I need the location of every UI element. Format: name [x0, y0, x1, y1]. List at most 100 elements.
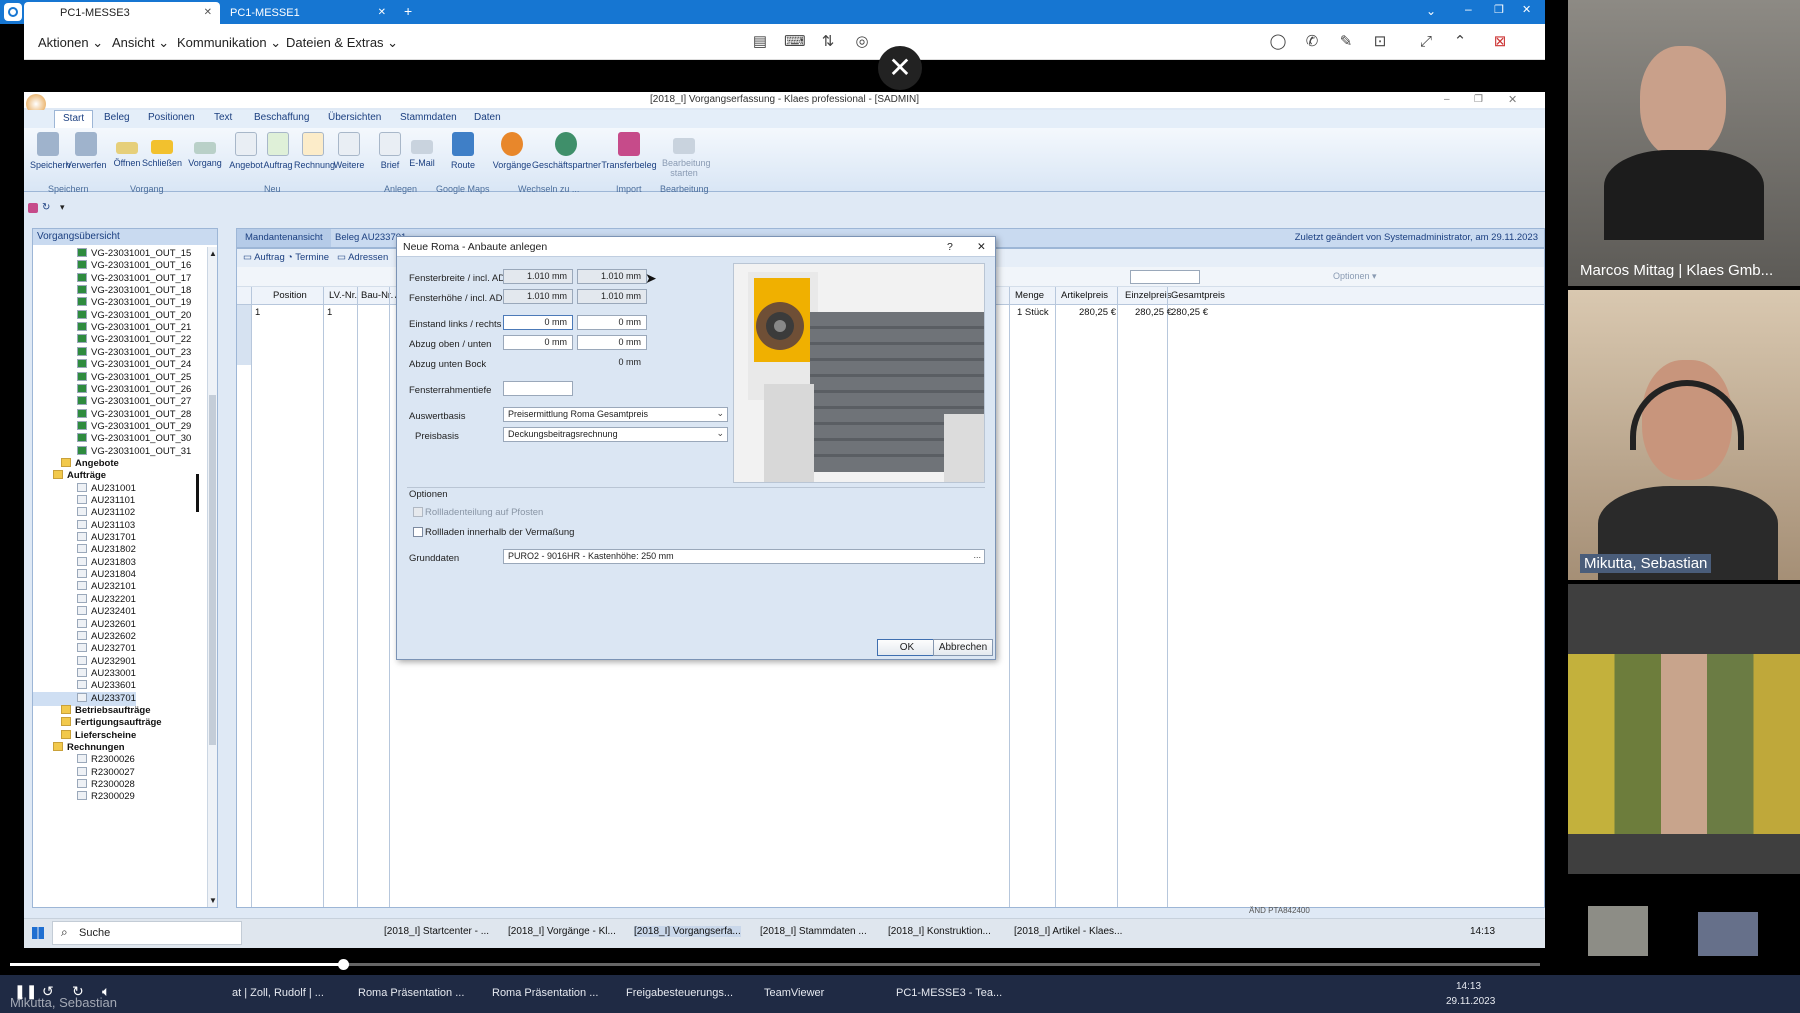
email-button[interactable]: E-Mail — [404, 132, 440, 168]
taskbar-item-konstruktion[interactable]: [2018_I] Konstruktion... — [888, 926, 991, 937]
abzug-bock-field[interactable]: 0 mm — [577, 355, 647, 370]
start-icon[interactable] — [32, 927, 44, 939]
route-button[interactable]: Route — [448, 132, 478, 170]
minimize-icon[interactable]: – — [1465, 2, 1472, 16]
fensterhoehe-ad-field[interactable]: 1.010 mm — [577, 289, 647, 304]
preisbasis-select[interactable]: Deckungsbeitragsrechnung ⌄ — [503, 427, 728, 442]
video-tile-participant2[interactable]: Mikutta, Sebastian — [1568, 290, 1800, 580]
brief-button[interactable]: Brief — [376, 132, 404, 170]
rechnung-button[interactable]: Rechnung — [294, 132, 335, 170]
tab-uebersichten[interactable]: Übersichten — [328, 112, 381, 123]
tab-pc1-messe1[interactable]: PC1-MESSE1 ✕ — [222, 2, 394, 24]
qat-refresh-icon[interactable]: ↻ — [42, 202, 50, 213]
einstand-links-field[interactable]: 0 mm — [503, 315, 573, 330]
discard-button[interactable]: Verwerfen — [66, 132, 107, 170]
close-icon[interactable]: ✕ — [204, 2, 212, 24]
record-icon[interactable]: ◎ — [852, 32, 872, 52]
tree-item[interactable]: R2300029 — [33, 790, 135, 804]
video-tile-participant1[interactable]: Marcos Mittag | Klaes Gmb... — [1568, 0, 1800, 286]
vorgang-button[interactable]: Vorgang — [188, 132, 222, 168]
abzug-unten-field[interactable]: 0 mm — [577, 335, 647, 350]
video-tile-participant3[interactable] — [1568, 584, 1800, 874]
grunddaten-field[interactable]: PURO2 - 9016HR - Kastenhöhe: 250 mm... — [503, 549, 985, 564]
taskbar-item-vorgangserfassung[interactable]: [2018_I] Vorgangserfa... — [634, 926, 741, 937]
help-icon[interactable]: ? — [947, 241, 953, 253]
tab-start[interactable]: Start — [54, 110, 94, 128]
tab-stammdaten[interactable]: Stammdaten — [400, 112, 457, 123]
fullscreen-icon[interactable]: ⤢ — [1416, 32, 1436, 52]
keyboard-icon[interactable]: ⌨ — [784, 32, 806, 52]
col-position[interactable]: Position — [273, 290, 307, 301]
app-restore-icon[interactable]: ❐ — [1474, 94, 1483, 105]
einstand-rechts-field[interactable]: 0 mm — [577, 315, 647, 330]
splitter[interactable] — [196, 474, 199, 512]
menu-dateien-extras[interactable]: Dateien & Extras ⌄ — [286, 35, 398, 51]
col-artikelpreis[interactable]: Artikelpreis — [1061, 290, 1108, 301]
browse-button[interactable]: ... — [973, 550, 981, 560]
file-transfer-icon[interactable]: ⇅ — [818, 32, 838, 52]
qat-dropdown-icon[interactable]: ▾ — [60, 202, 65, 213]
collapse-icon[interactable]: ⌃ — [1450, 32, 1470, 52]
ok-button[interactable]: OK — [877, 639, 937, 656]
auswertbasis-select[interactable]: Preisermittlung Roma Gesamtpreis ⌄ — [503, 407, 728, 422]
taskbar-item-roma-2[interactable]: Roma Präsentation ... — [492, 987, 598, 999]
app-minimize-icon[interactable]: – — [1444, 94, 1450, 105]
geschaeftspartner-button[interactable]: Geschäftspartner — [532, 132, 601, 170]
tab-pc1-messe3[interactable]: PC1-MESSE3 ✕ — [24, 2, 220, 24]
auftrag-button[interactable]: Auftrag — [262, 132, 294, 170]
chat-icon[interactable]: ◯ — [1268, 32, 1288, 52]
cancel-button[interactable]: Abbrechen — [933, 639, 993, 656]
fensterhoehe-field[interactable]: 1.010 mm — [503, 289, 573, 304]
taskbar-item-roma-1[interactable]: Roma Präsentation ... — [358, 987, 464, 999]
col-menge[interactable]: Menge — [1015, 290, 1044, 301]
rollladenteilung-checkbox[interactable] — [413, 507, 423, 517]
rahmentiefe-field[interactable] — [503, 381, 573, 396]
options-button[interactable]: Optionen ▾ — [1333, 271, 1377, 282]
taskbar-item-artikel[interactable]: [2018_I] Artikel - Klaes... — [1014, 926, 1122, 937]
close-icon[interactable]: ✕ — [378, 2, 386, 24]
tab-beschaffung[interactable]: Beschaffung — [254, 112, 309, 123]
chevron-down-icon[interactable]: ⌄ — [1426, 4, 1436, 18]
taskbar-item-stammdaten[interactable]: [2018_I] Stammdaten ... — [760, 926, 867, 937]
end-session-icon[interactable]: ⊠ — [1490, 32, 1510, 52]
subtab-adressen[interactable]: ▭ Adressen — [337, 252, 388, 263]
app-close-icon[interactable]: ✕ — [1508, 93, 1517, 106]
menu-ansicht[interactable]: Ansicht ⌄ — [112, 35, 169, 51]
col-gesamtpreis[interactable]: Gesamtpreis — [1171, 290, 1225, 301]
dashboard-icon[interactable]: ▤ — [750, 32, 770, 52]
screenshot-icon[interactable]: ⊡ — [1370, 32, 1390, 52]
taskbar-item-pc1-messe3[interactable]: PC1-MESSE3 - Tea... — [896, 987, 1002, 999]
abzug-oben-field[interactable]: 0 mm — [503, 335, 573, 350]
rollladen-innerhalb-checkbox[interactable] — [413, 527, 423, 537]
tab-beleg[interactable]: Beleg — [104, 112, 130, 123]
whiteboard-icon[interactable]: ✎ — [1336, 32, 1356, 52]
row-selector[interactable] — [237, 305, 251, 365]
save-button[interactable]: Speichern — [30, 132, 71, 170]
open-button[interactable]: Öffnen — [112, 132, 142, 168]
grid-search-input[interactable] — [1130, 270, 1200, 284]
call-icon[interactable]: ✆ — [1302, 32, 1322, 52]
angebot-button[interactable]: Angebot — [228, 132, 264, 170]
bearbeitung-starten-button[interactable]: Bearbeitung starten — [662, 132, 711, 178]
col-einzelpreis[interactable]: Einzelpreis — [1125, 290, 1171, 301]
qat-icon[interactable] — [28, 203, 38, 213]
video-tile-participant4[interactable] — [1568, 876, 1800, 975]
dialog-close-icon[interactable]: ✕ — [977, 241, 986, 253]
tab-daten[interactable]: Daten — [474, 112, 501, 123]
taskbar-item-teamviewer[interactable]: TeamViewer — [764, 987, 824, 999]
tab-positionen[interactable]: Positionen — [148, 112, 195, 123]
close-toolbar-button[interactable]: ✕ — [878, 46, 922, 90]
taskbar-item-freigabe[interactable]: Freigabesteuerungs... — [626, 987, 733, 999]
tab-text[interactable]: Text — [214, 112, 232, 123]
menu-aktionen[interactable]: Aktionen ⌄ — [38, 35, 103, 51]
tree-scrollbar[interactable]: ▲ ▼ — [207, 247, 217, 907]
new-tab-button[interactable]: + — [404, 3, 412, 19]
fensterbreite-field[interactable]: 1.010 mm — [503, 269, 573, 284]
subtab-auftrag[interactable]: ▭ Auftrag — [243, 252, 285, 263]
weitere-button[interactable]: Weitere — [332, 132, 366, 170]
col-lv-nr[interactable]: LV.-Nr. — [329, 290, 357, 301]
fensterbreite-ad-field[interactable]: 1.010 mm — [577, 269, 647, 284]
teamviewer-logo-icon[interactable] — [4, 3, 22, 21]
close-vorgang-button[interactable]: Schließen — [142, 132, 182, 168]
menu-kommunikation[interactable]: Kommunikation ⌄ — [177, 35, 281, 51]
